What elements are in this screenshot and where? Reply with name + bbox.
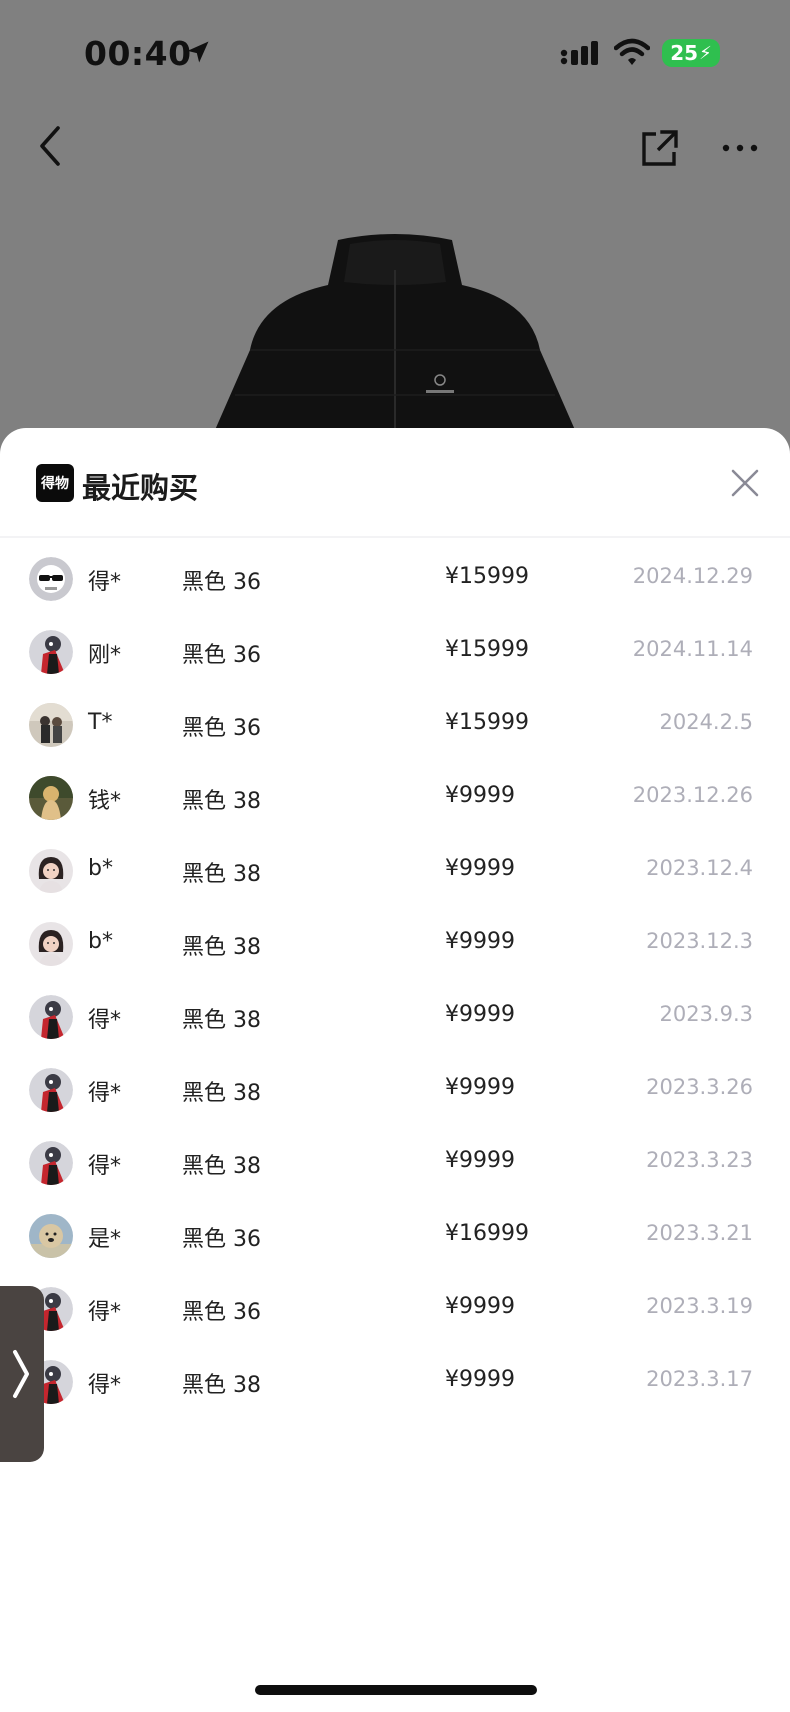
purchase-row: 钱* 黑色 38 ¥9999 2023.12.26 [0,761,790,834]
status-bar: 00:40 25 ⚡ [0,0,790,110]
user-avatar [29,1214,73,1258]
purchase-date: 2023.3.21 [646,1221,753,1245]
purchase-price: ¥15999 [445,637,529,662]
purchase-spec: 黑色 38 [182,935,261,960]
purchase-row: b* 黑色 38 ¥9999 2023.12.4 [0,834,790,907]
purchase-spec: 黑色 38 [182,789,261,814]
product-jacket-image [215,234,575,430]
more-options-icon[interactable] [722,143,758,153]
purchase-row: 得* 黑色 36 ¥9999 2023.3.19 [0,1272,790,1345]
purchase-price: ¥9999 [445,1075,515,1100]
purchase-row: 得* 黑色 38 ¥9999 2023.3.23 [0,1126,790,1199]
purchase-spec: 黑色 38 [182,1081,261,1106]
charging-bolt-icon: ⚡ [699,42,712,64]
home-indicator [255,1685,537,1695]
header-divider [0,536,790,538]
purchase-price: ¥9999 [445,1002,515,1027]
user-avatar [29,1068,73,1112]
purchase-date: 2023.3.19 [646,1294,753,1318]
user-avatar [29,630,73,674]
purchase-row: b* 黑色 38 ¥9999 2023.12.3 [0,907,790,980]
user-avatar [29,557,73,601]
purchaser-name: b* [88,929,113,954]
purchase-row: 得* 黑色 38 ¥9999 2023.9.3 [0,980,790,1053]
purchase-row: 得* 黑色 36 ¥15999 2024.12.29 [0,542,790,615]
purchaser-name: 得* [88,570,122,595]
purchase-price: ¥9999 [445,1148,515,1173]
purchase-spec: 黑色 36 [182,1300,261,1325]
purchase-date: 2024.2.5 [659,710,753,734]
purchase-date: 2023.3.23 [646,1148,753,1172]
back-icon[interactable] [36,124,66,168]
user-avatar [29,922,73,966]
purchaser-name: b* [88,856,113,881]
purchase-row: 刚* 黑色 36 ¥15999 2024.11.14 [0,615,790,688]
purchase-spec: 黑色 36 [182,1227,261,1252]
purchase-price: ¥9999 [445,1294,515,1319]
purchaser-name: 得* [88,1300,122,1325]
purchaser-name: 得* [88,1008,122,1033]
purchase-date: 2023.3.26 [646,1075,753,1099]
purchaser-name: 得* [88,1081,122,1106]
status-time: 00:40 [84,34,192,73]
purchaser-name: 得* [88,1373,122,1398]
brand-logo: 得物 [36,464,74,502]
purchase-date: 2023.9.3 [659,1002,753,1026]
purchaser-name: T* [88,710,113,735]
battery-level: 25 [670,41,699,65]
purchase-price: ¥9999 [445,1367,515,1392]
battery-indicator: 25 ⚡ [662,39,720,67]
purchaser-name: 得* [88,1154,122,1179]
purchaser-name: 钱* [88,789,122,814]
share-icon[interactable] [640,128,680,168]
user-avatar [29,1141,73,1185]
purchase-spec: 黑色 38 [182,862,261,887]
purchase-row: 得* 黑色 38 ¥9999 2023.3.17 [0,1345,790,1418]
close-icon[interactable] [730,468,760,498]
purchase-price: ¥15999 [445,564,529,589]
user-avatar [29,849,73,893]
purchase-date: 2023.12.26 [632,783,753,807]
purchase-date: 2024.12.29 [632,564,753,588]
purchase-spec: 黑色 38 [182,1154,261,1179]
purchase-price: ¥9999 [445,856,515,881]
purchase-date: 2023.3.17 [646,1367,753,1391]
sheet-title: 最近购买 [82,471,199,505]
recent-purchases-sheet: 得物 最近购买 得* 黑色 36 ¥15999 2024.12.29 刚* 黑色 36 ¥1… [0,428,790,1712]
purchase-price: ¥15999 [445,710,529,735]
purchaser-name: 是* [88,1227,122,1252]
user-avatar [29,995,73,1039]
user-avatar [29,703,73,747]
purchase-spec: 黑色 36 [182,570,261,595]
purchase-spec: 黑色 36 [182,716,261,741]
location-arrow-icon [187,41,209,63]
wifi-icon [614,38,650,65]
purchase-date: 2024.11.14 [632,637,753,661]
purchase-date: 2023.12.4 [646,856,753,880]
purchase-spec: 黑色 38 [182,1008,261,1033]
side-expand-handle[interactable] [0,1286,44,1462]
user-avatar [29,776,73,820]
purchaser-name: 刚* [88,643,122,668]
purchase-row: 是* 黑色 36 ¥16999 2023.3.21 [0,1199,790,1272]
purchase-price: ¥16999 [445,1221,529,1246]
sheet-header: 得物 最近购买 [0,428,790,538]
purchase-spec: 黑色 36 [182,643,261,668]
purchase-date: 2023.12.3 [646,929,753,953]
cellular-signal-icon [560,41,598,65]
chevron-right-icon [13,1350,29,1398]
purchase-price: ¥9999 [445,929,515,954]
purchase-row: 得* 黑色 38 ¥9999 2023.3.26 [0,1053,790,1126]
purchase-row: T* 黑色 36 ¥15999 2024.2.5 [0,688,790,761]
purchase-price: ¥9999 [445,783,515,808]
purchase-spec: 黑色 38 [182,1373,261,1398]
